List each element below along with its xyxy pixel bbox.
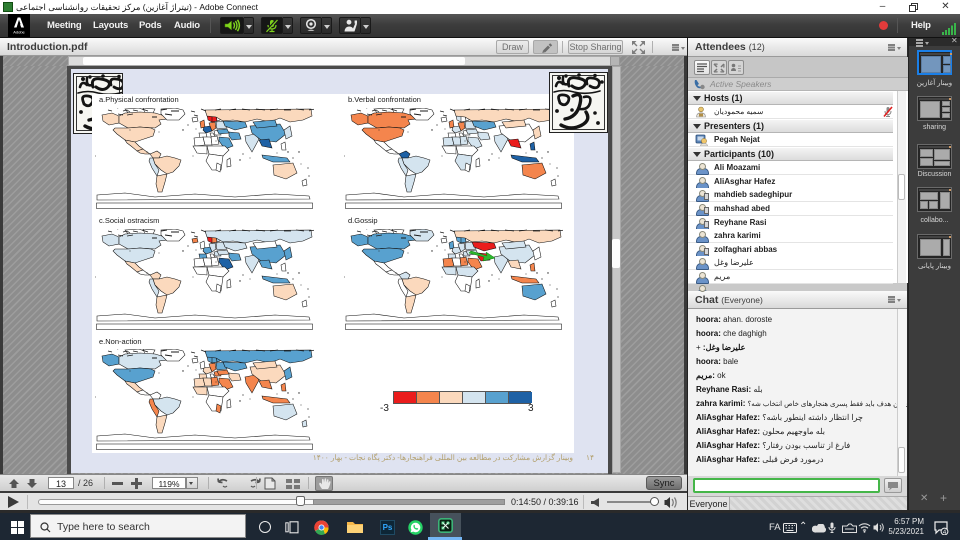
svg-text:Adobe: Adobe [13,30,25,35]
